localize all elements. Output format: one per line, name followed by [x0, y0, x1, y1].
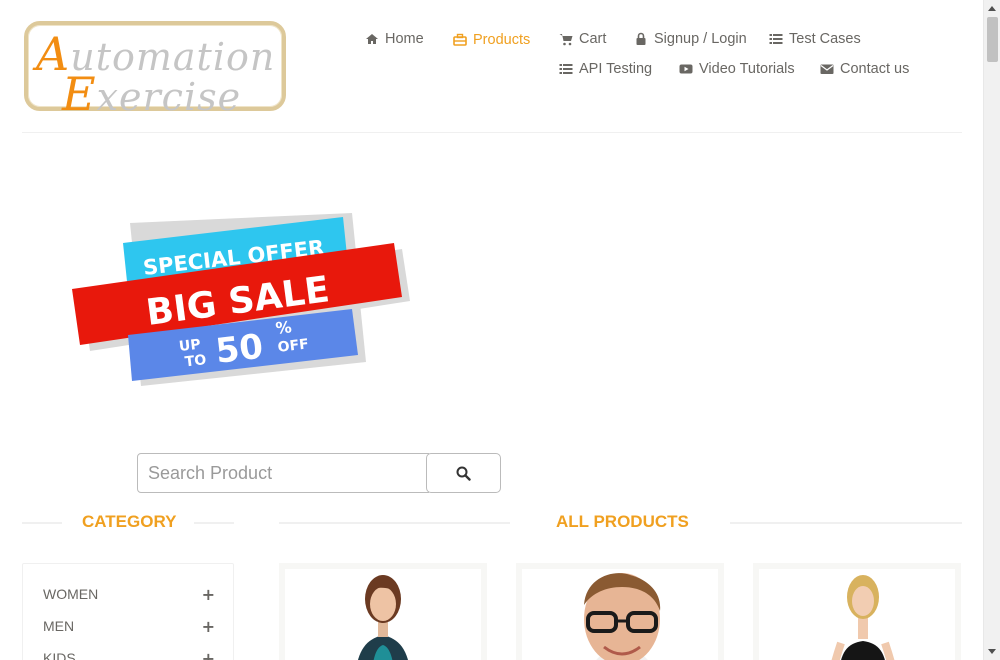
nav-api-testing-label: API Testing — [579, 61, 653, 77]
category-item-label: Women — [43, 586, 99, 602]
list-icon — [769, 34, 783, 44]
category-heading-line-right — [194, 522, 234, 524]
nav-video-tutorials-label: Video Tutorials — [699, 61, 795, 77]
nav-products-label: Products — [473, 32, 531, 48]
page-scrollbar[interactable] — [983, 0, 1000, 660]
nav-signup-login[interactable]: Signup / Login — [634, 31, 747, 47]
banner-percent: % — [275, 317, 293, 338]
nav-cart-label: Cart — [579, 31, 607, 47]
products-heading-line-left — [279, 522, 510, 524]
product-card — [279, 563, 487, 660]
products-heading-line-right — [730, 522, 962, 524]
product-image-woman-top — [285, 569, 481, 660]
scroll-down-arrow-icon[interactable] — [988, 649, 996, 654]
nav-api-testing[interactable]: API Testing — [559, 61, 652, 77]
product-card — [516, 563, 724, 660]
category-item-label: Men — [43, 618, 75, 634]
list-icon — [559, 64, 573, 74]
nav-contact-us[interactable]: Contact us — [820, 61, 909, 77]
products-icon — [453, 33, 467, 46]
category-item-men[interactable]: Men + — [43, 616, 215, 636]
nav-video-tutorials[interactable]: Video Tutorials — [679, 61, 795, 77]
category-item-women[interactable]: Women + — [43, 584, 215, 604]
nav-test-cases-label: Test Cases — [789, 31, 861, 47]
category-item-kids[interactable]: Kids + — [43, 648, 215, 660]
nav-products[interactable]: Products — [453, 32, 530, 48]
category-heading-line-left — [22, 522, 62, 524]
product-image-man-glasses — [522, 569, 718, 660]
search-bar — [137, 453, 501, 493]
search-icon — [456, 466, 471, 481]
home-icon — [366, 34, 378, 44]
category-panel: Women + Men + Kids + — [22, 563, 234, 660]
plus-icon[interactable]: + — [202, 617, 215, 636]
all-products-heading: All Products — [556, 512, 689, 531]
sale-banner: SPECIAL OFFER BIG SALE UP TO 50 % OFF — [72, 213, 410, 386]
banner-value: 50 — [214, 327, 266, 372]
product-image-woman-black-top — [759, 569, 955, 660]
nav-cart[interactable]: Cart — [559, 31, 606, 47]
nav-home-label: Home — [385, 31, 424, 47]
product-card — [753, 563, 961, 660]
category-item-label: Kids — [43, 650, 76, 660]
nav-contact-us-label: Contact us — [840, 61, 910, 77]
search-product-input[interactable] — [137, 453, 429, 493]
header-divider — [22, 132, 962, 133]
nav-signup-login-label: Signup / Login — [654, 31, 747, 47]
plus-icon[interactable]: + — [202, 585, 215, 604]
logo-line-2: Exercise — [62, 67, 242, 121]
cart-icon — [559, 34, 573, 46]
youtube-icon — [679, 64, 693, 74]
search-button[interactable] — [426, 453, 501, 493]
nav-test-cases[interactable]: Test Cases — [769, 31, 861, 47]
nav-home[interactable]: Home — [365, 31, 424, 47]
scroll-up-arrow-icon[interactable] — [988, 6, 996, 11]
lock-icon — [636, 32, 646, 45]
plus-icon[interactable]: + — [202, 649, 215, 660]
scroll-thumb[interactable] — [987, 17, 998, 62]
banner-to: TO — [184, 352, 207, 370]
site-logo[interactable]: Automation Exercise — [24, 21, 286, 121]
category-heading: Category — [82, 512, 177, 531]
envelope-icon — [820, 64, 834, 74]
